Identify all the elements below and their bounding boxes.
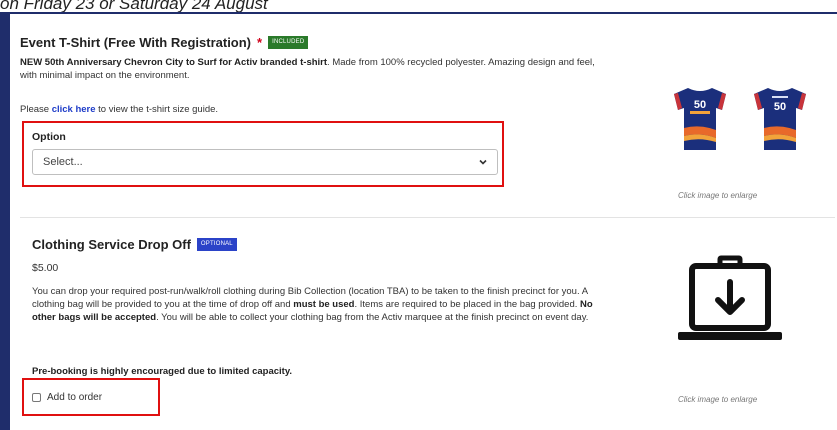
clothing-desc-part-3: . You will be able to collect your cloth…	[156, 312, 589, 323]
tshirt-back-icon: 50	[754, 88, 806, 150]
tshirt-description: NEW 50th Anniversary Chevron City to Sur…	[20, 56, 610, 82]
checkbox-highlight-box	[22, 378, 160, 416]
clothing-title: Clothing Service Drop Off	[32, 236, 191, 252]
svg-text:50: 50	[694, 99, 706, 111]
size-guide-suffix: to view the t-shirt size guide.	[95, 104, 219, 115]
page-caption: on Friday 23 or Saturday 24 August	[0, 0, 268, 13]
option-highlight-box	[22, 121, 504, 187]
laptop-download-icon[interactable]	[676, 254, 784, 350]
size-guide-prefix: Please	[20, 104, 52, 115]
size-guide-text: Please click here to view the t-shirt si…	[20, 103, 440, 116]
tshirt-image[interactable]: 50 50	[664, 84, 812, 154]
tshirt-title: Event T-Shirt (Free With Registration)	[20, 34, 252, 50]
included-badge: INCLUDED	[268, 35, 309, 49]
clothing-desc-bold-1: must be used	[293, 299, 355, 310]
svg-text:50: 50	[774, 101, 786, 113]
tshirt-front-icon: 50	[674, 88, 726, 150]
size-guide-link[interactable]: click here	[52, 104, 96, 115]
prebook-note: Pre-booking is highly encouraged due to …	[32, 365, 532, 378]
tshirt-enlarge-hint: Click image to enlarge	[678, 191, 758, 200]
clothing-heading-row: Clothing Service Drop Off OPTIONAL	[32, 236, 237, 252]
clothing-enlarge-hint: Click image to enlarge	[678, 395, 758, 404]
required-marker: *	[257, 34, 263, 50]
tshirt-heading-row: Event T-Shirt (Free With Registration) *…	[20, 34, 309, 50]
tshirt-description-bold: NEW 50th Anniversary Chevron City to Sur…	[20, 57, 328, 68]
clothing-description: You can drop your required post-run/walk…	[32, 285, 604, 324]
clothing-price: $5.00	[32, 262, 59, 274]
section-divider	[20, 217, 835, 218]
prebook-note-text: Pre-booking is highly encouraged due to …	[32, 366, 293, 377]
clothing-desc-part-2: . Items are required to be placed in the…	[354, 299, 580, 310]
optional-badge: OPTIONAL	[196, 237, 237, 251]
